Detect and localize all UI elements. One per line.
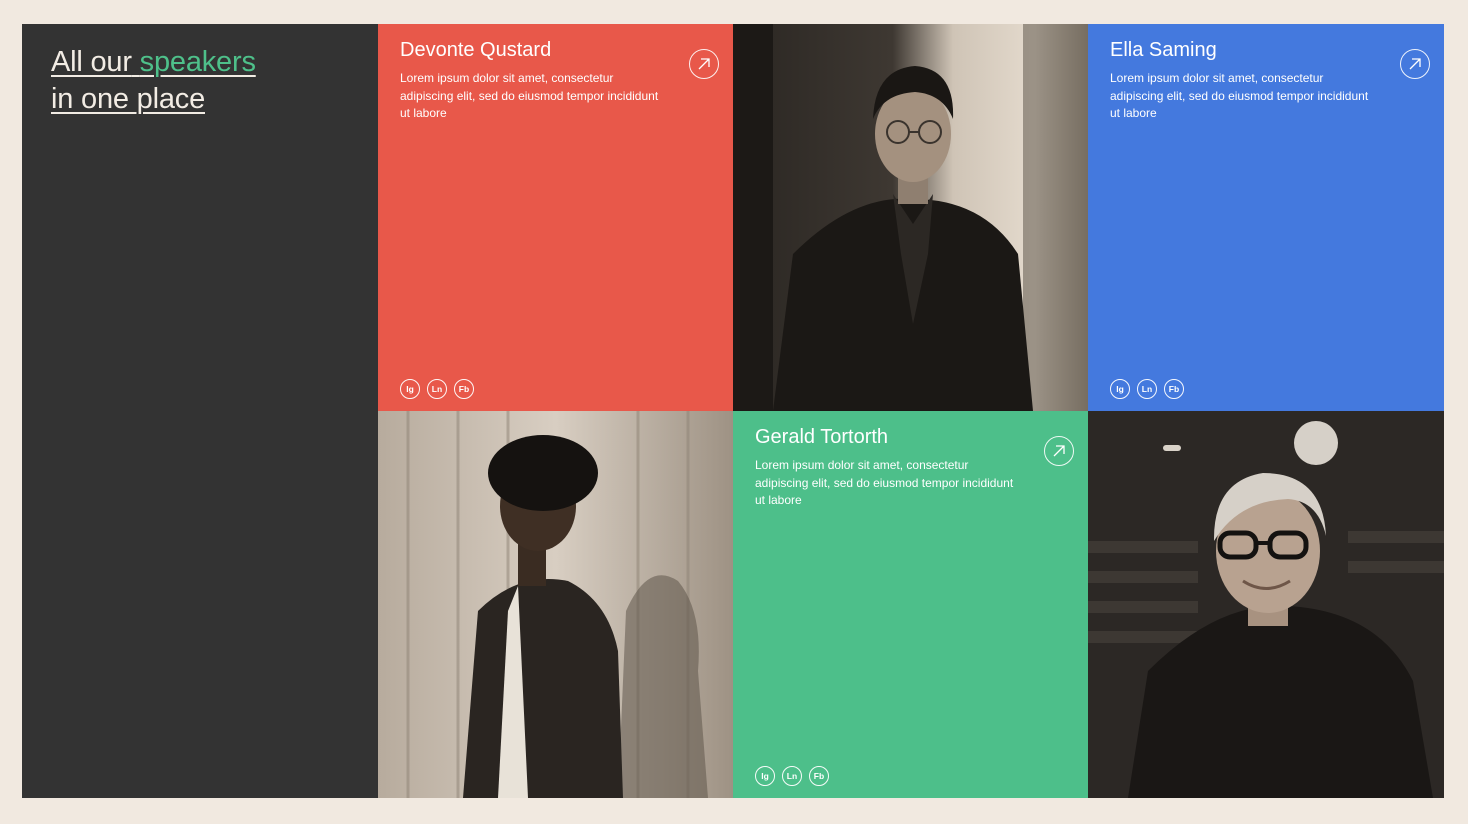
linkedin-link[interactable]: Ln [1137,379,1157,399]
title-link[interactable]: All our speakers [51,46,256,78]
title-line-2[interactable]: in one place [51,83,205,115]
facebook-link[interactable]: Fb [1164,379,1184,399]
speaker-card-gerald[interactable]: Gerald Tortorth Lorem ipsum dolor sit am… [733,411,1088,798]
instagram-link[interactable]: Ig [755,766,775,786]
social-links: Ig Ln Fb [400,379,474,399]
arrow-up-right-icon [1053,445,1065,457]
speaker-description: Lorem ipsum dolor sit amet, consectetur … [1110,71,1369,120]
arrow-up-right-icon [698,58,710,70]
speaker-description: Lorem ipsum dolor sit amet, consectetur … [755,458,1014,507]
title-accent: speakers [139,46,256,78]
speaker-card-ella[interactable]: Ella Saming Lorem ipsum dolor sit amet, … [1088,24,1444,411]
speaker-photo-woman-profile [378,411,733,798]
social-links: Ig Ln Fb [1110,379,1184,399]
page-title: All our speakers in one place [51,44,256,118]
open-profile-button[interactable] [1400,49,1430,79]
linkedin-link[interactable]: Ln [427,379,447,399]
instagram-link[interactable]: Ig [400,379,420,399]
speaker-photo-woman-smiling [1088,411,1444,798]
speaker-name: Gerald Tortorth [755,426,889,448]
facebook-link[interactable]: Fb [454,379,474,399]
speaker-name: Ella Saming [1110,39,1217,61]
speaker-photo-man-glasses [733,24,1088,411]
speaker-name: Devonte Qustard [400,39,552,61]
linkedin-link[interactable]: Ln [782,766,802,786]
title-prefix: All our [51,46,132,78]
intro-panel: All our speakers in one place [22,24,378,798]
speaker-description: Lorem ipsum dolor sit amet, consectetur … [400,71,659,120]
arrow-up-right-icon [1409,58,1421,70]
speaker-card-devonte[interactable]: Devonte Qustard Lorem ipsum dolor sit am… [378,24,733,411]
open-profile-button[interactable] [1044,436,1074,466]
speakers-grid: All our speakers in one place Devonte Qu… [22,24,1444,798]
instagram-link[interactable]: Ig [1110,379,1130,399]
social-links: Ig Ln Fb [755,766,829,786]
facebook-link[interactable]: Fb [809,766,829,786]
open-profile-button[interactable] [689,49,719,79]
